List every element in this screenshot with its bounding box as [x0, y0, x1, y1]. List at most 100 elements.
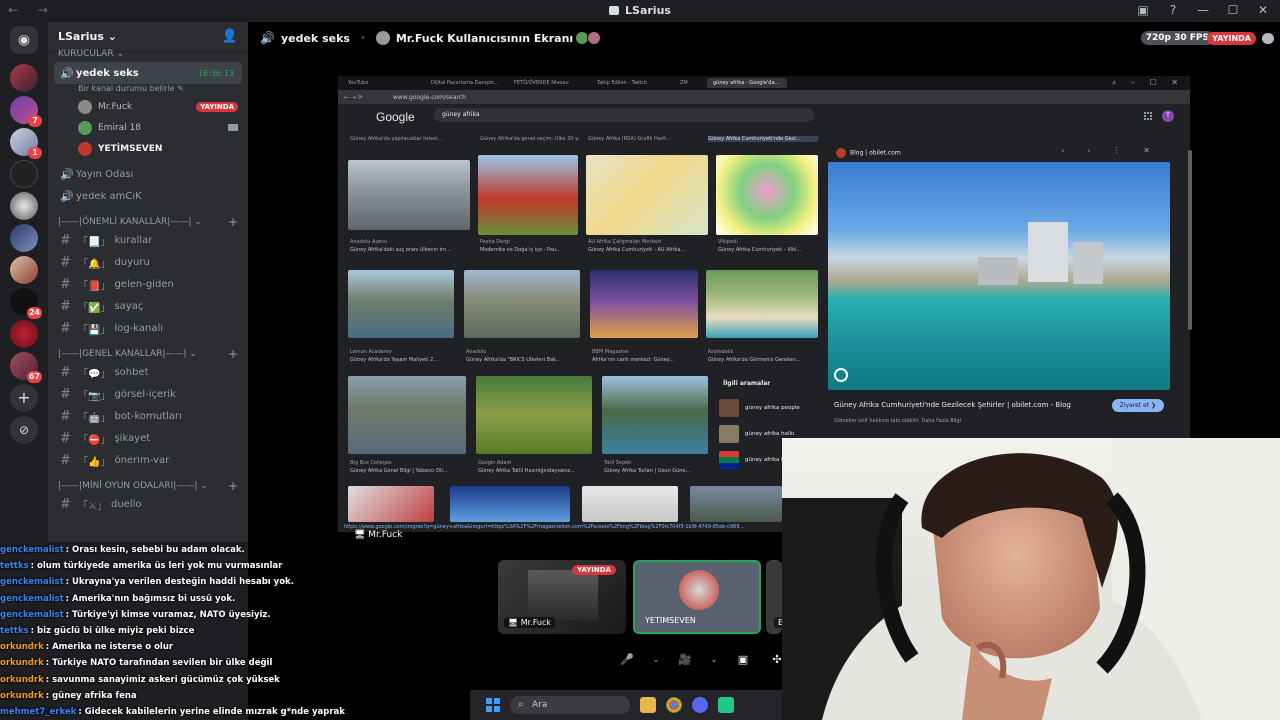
- category-general[interactable]: |——|GENEL KANALLAR|——| ⌄ +: [48, 347, 248, 361]
- preview-note: Görseller telif hakkına tabi olabilir. D…: [834, 418, 962, 424]
- server-icon[interactable]: 67: [10, 352, 42, 383]
- image-source: Pasha Dergi: [480, 239, 510, 245]
- category-kurucular[interactable]: KURUCULAR ⌄: [48, 50, 248, 60]
- chat-user: mehmet7_erkek: [0, 706, 77, 717]
- add-channel-icon[interactable]: +: [228, 215, 238, 229]
- add-channel-icon[interactable]: +: [228, 347, 238, 361]
- chat-line: orkundrk: Amerika ne isterse o olur: [0, 639, 360, 655]
- voice-user[interactable]: YETİMSEVEN: [48, 138, 248, 159]
- taskbar-search[interactable]: Ara: [510, 696, 630, 714]
- server-icon[interactable]: 7: [10, 96, 42, 127]
- text-channel[interactable]: # 「💬」 sohbet: [48, 361, 248, 383]
- close-button[interactable]: ✕: [1256, 3, 1270, 17]
- explore-icon[interactable]: ⊘: [10, 416, 38, 444]
- text-channel[interactable]: # 「⚔」 duello: [48, 493, 248, 515]
- voice-channel[interactable]: 🔊 yedek amCıK: [48, 185, 248, 207]
- file-explorer-icon[interactable]: [640, 697, 656, 713]
- server-icon[interactable]: [10, 64, 38, 92]
- chevron-down-icon[interactable]: ⌄: [650, 648, 662, 670]
- server-icon[interactable]: [10, 160, 38, 188]
- voice-channel[interactable]: 🔊 Yayın Odası: [48, 163, 248, 185]
- chat-icon[interactable]: [1262, 32, 1274, 44]
- app-icon[interactable]: [718, 697, 734, 713]
- channel-name: şikayet: [114, 432, 151, 444]
- stream-host-label: 🖥 Mr.Fuck: [354, 530, 403, 540]
- add-channel-icon[interactable]: +: [228, 479, 238, 493]
- server-icon[interactable]: 1: [10, 128, 42, 159]
- voice-controls: 🎤 ⌄ 🎥 ⌄ ▣ ✣: [616, 648, 788, 670]
- add-server-icon[interactable]: +: [10, 384, 38, 412]
- discord-icon[interactable]: [692, 697, 708, 713]
- chat-text: : güney afrika fena: [45, 690, 137, 701]
- server-icon[interactable]: [10, 224, 38, 252]
- channel-status-input[interactable]: Bir kanal durumu belirle ✎: [48, 84, 248, 96]
- image-caption: Güney Afrika'da yapılacaklar listesi...: [350, 136, 443, 142]
- server-icon[interactable]: [10, 256, 38, 284]
- voice-user[interactable]: Emiral 18: [48, 117, 248, 138]
- maximize-button[interactable]: ☐: [1226, 3, 1240, 17]
- camera-off-icon[interactable]: 🎥: [674, 648, 696, 670]
- add-member-icon[interactable]: 👤: [222, 29, 238, 44]
- viewer-avatars[interactable]: [575, 31, 602, 45]
- chat-text: : Ukrayna'ya verilen desteğin haddi hesa…: [65, 577, 294, 588]
- inbox-icon[interactable]: ▣: [1136, 3, 1150, 17]
- avatar: [587, 31, 602, 45]
- quality-badge: 720p 30 FPS: [1140, 31, 1214, 45]
- server-icon[interactable]: [10, 320, 38, 348]
- unread-badge: 7: [28, 115, 42, 127]
- speaker-icon: 🔊: [60, 167, 74, 181]
- text-channel[interactable]: # 「📃」 kurallar: [48, 229, 248, 251]
- category-games[interactable]: |——|MİNİ OYUN ODALARI|——| ⌄ +: [48, 479, 248, 493]
- speaker-icon: 🔊: [260, 31, 275, 45]
- participant-tile[interactable]: E: [766, 560, 782, 634]
- image-source: Anadolu Ajansı: [350, 239, 388, 245]
- screen-share-icon[interactable]: ▣: [732, 648, 754, 670]
- channel-emoji-icon: 🔔: [88, 258, 101, 270]
- image-title: Modernite ve Doğa iç içe - Pau...: [480, 247, 561, 253]
- category-important[interactable]: |——|ÖNEMLİ KANALLAR|——| ⌄ +: [48, 215, 248, 229]
- text-channel[interactable]: # 「📷」 görsel-içerik: [48, 383, 248, 405]
- window-title-text: LSarius: [625, 4, 671, 17]
- text-channel[interactable]: # 「⛔」 şikayet: [48, 427, 248, 449]
- discord-home-icon[interactable]: ◉: [10, 26, 38, 54]
- participant-tile[interactable]: YAYINDA 🖥 Mr.Fuck: [498, 560, 626, 634]
- google-logo: Google: [376, 110, 415, 124]
- category-label: |——|GENEL KANALLAR|——|: [58, 349, 187, 359]
- url-text: www.google.com/search: [392, 93, 466, 101]
- text-channel[interactable]: # 「📕」 gelen-giden: [48, 273, 248, 295]
- channel-name: bot-komutları: [114, 410, 182, 422]
- image-source: Keşfedelik: [708, 349, 734, 355]
- text-channel[interactable]: # 「🤖」 bot-komutları: [48, 405, 248, 427]
- image-source: Vikipedi: [718, 239, 738, 245]
- windows-start-icon[interactable]: [486, 698, 500, 712]
- lens-icon: [834, 368, 848, 382]
- server-icon[interactable]: 24: [10, 288, 42, 319]
- search-image: [450, 486, 570, 522]
- text-channel[interactable]: # 「👍」 önerim-var: [48, 449, 248, 471]
- text-channel[interactable]: # 「🔔」 duyuru: [48, 251, 248, 273]
- chrome-icon[interactable]: [666, 697, 682, 713]
- microphone-icon[interactable]: 🎤: [616, 648, 638, 670]
- text-channel[interactable]: # 「💾」 log-kanalı: [48, 317, 248, 339]
- chat-line: genckemalist: Türkiye'yi kimse vuramaz, …: [0, 607, 360, 623]
- participant-tile-speaking[interactable]: YETİMSEVEN: [633, 560, 761, 634]
- voice-user[interactable]: Mr.Fuck YAYINDA: [48, 96, 248, 117]
- app-icon: [609, 6, 620, 15]
- channel-emoji: 「🔔」: [78, 258, 111, 270]
- server-header[interactable]: LSarius ⌄ 👤: [48, 22, 248, 52]
- chevron-down-icon[interactable]: ⌄: [708, 648, 720, 670]
- chat-text: : Gidecek kabilelerin yerine elinde mızr…: [78, 706, 345, 717]
- minimize-button[interactable]: —: [1196, 3, 1210, 17]
- unread-badge: 24: [26, 307, 42, 319]
- channel-sidebar: LSarius ⌄ 👤 KURUCULAR ⌄ 🔊 yedek seks 16:…: [48, 22, 248, 542]
- server-name: LSarius: [58, 30, 104, 43]
- help-icon[interactable]: ?: [1166, 3, 1180, 17]
- image-title: Güney Afrika Cumhuriyeti - Viki...: [718, 247, 802, 253]
- server-icon-lsarius[interactable]: [10, 192, 38, 220]
- channel-status-text: Bir kanal durumu belirle: [78, 84, 175, 93]
- voice-channel-active[interactable]: 🔊 yedek seks 16:36:13: [54, 62, 242, 84]
- text-channel[interactable]: # 「✅」 sayaç: [48, 295, 248, 317]
- chat-line: genckemalist: Ukrayna'ya verilen desteği…: [0, 574, 360, 590]
- channel-name: görsel-içerik: [114, 388, 176, 400]
- avatar: [78, 99, 92, 114]
